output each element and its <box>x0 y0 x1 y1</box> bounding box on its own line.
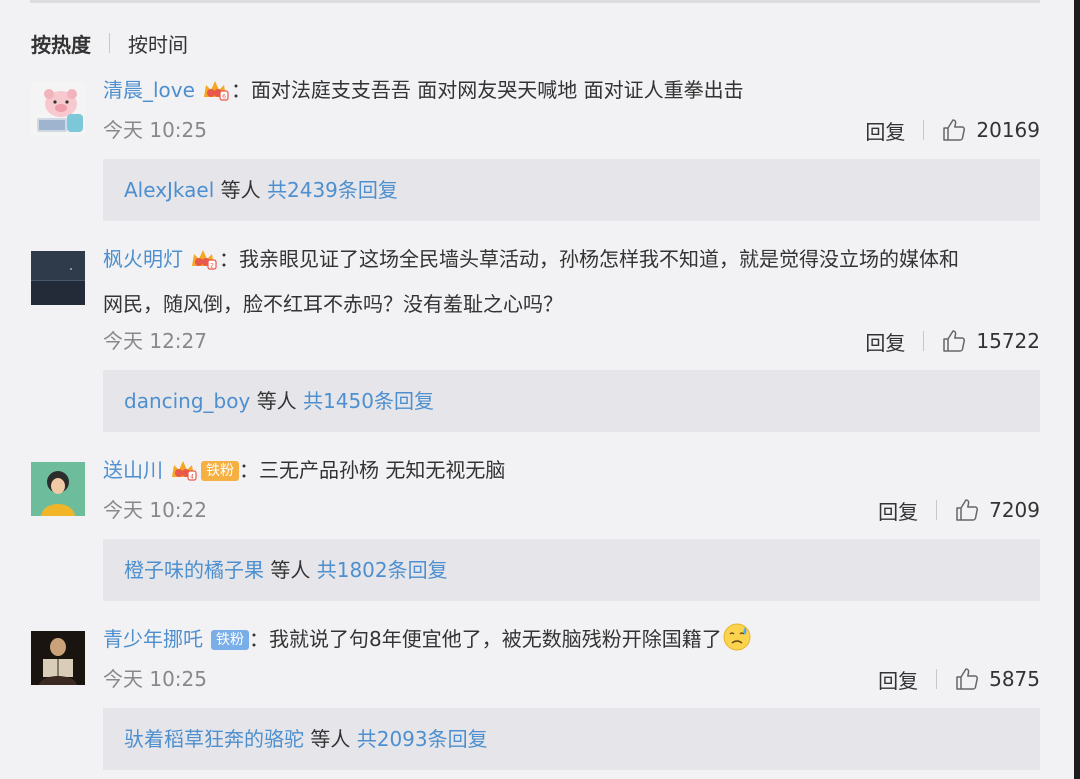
comment-text: 三无产品孙杨 无知无视无脑 <box>259 458 506 482</box>
comment-text-line: 枫火明灯 2 ：我亲眼见证了这场全民墙头草活动，孙杨怎样我不知道，就是觉得没立场的媒… <box>103 239 1033 284</box>
reply-summary-middle: 等人 <box>256 389 297 413</box>
like-count: 15722 <box>976 329 1040 353</box>
reply-count-link[interactable]: 共2439条回复 <box>267 178 398 202</box>
comment-text-line: 清晨_love 6 ：面对法庭支支吾吾 面对网友哭天喊地 面对证人重拳出击 <box>103 70 1033 115</box>
timestamp: 今天 10:22 <box>103 498 207 522</box>
comment-actions: 回复 15722 <box>865 326 1040 356</box>
avatar[interactable] <box>31 251 85 305</box>
reply-user-link[interactable]: 橙子味的橘子果 <box>124 558 264 582</box>
sad-sweat-emoji-icon <box>722 622 752 666</box>
comment-meta: 今天 10:22 回复 7209 <box>103 495 1040 525</box>
reply-button[interactable]: 回复 <box>878 665 918 694</box>
avatar[interactable] <box>31 462 85 516</box>
crown-badge-icon: 6 <box>201 74 229 115</box>
reply-count-link[interactable]: 共1802条回复 <box>317 558 448 582</box>
reply-button[interactable]: 回复 <box>878 496 918 525</box>
reply-summary-box[interactable]: dancing_boy 等人 共1450条回复 <box>103 370 1040 432</box>
action-divider <box>923 120 925 140</box>
comment-text: 我亲眼见证了这场全民墙头草活动，孙杨怎样我不知道，就是觉得没立场的媒体和 <box>239 247 959 271</box>
reply-user-link[interactable]: AlexJkael <box>124 178 214 202</box>
like-count: 20169 <box>976 118 1040 142</box>
reply-button[interactable]: 回复 <box>865 327 905 356</box>
svg-text:6: 6 <box>222 94 226 101</box>
username-link[interactable]: 青少年挪吒 <box>103 627 203 651</box>
comment-body: 清晨_love 6 ：面对法庭支支吾吾 面对网友哭天喊地 面对证人重拳出击 <box>103 70 1033 115</box>
reply-count-link[interactable]: 共1450条回复 <box>303 389 434 413</box>
fan-badge: 铁粉 <box>201 461 239 481</box>
sort-by-hot-tab[interactable]: 按热度 <box>31 29 91 58</box>
action-divider <box>936 669 938 689</box>
reply-user-link[interactable]: 驮着稻草狂奔的骆驼 <box>124 727 304 751</box>
comment-meta: 今天 10:25 回复 5875 <box>103 664 1040 694</box>
comment-text-line: 网民，随风倒，脸不红耳不赤吗？没有羞耻之心吗？ <box>103 284 1033 325</box>
sort-bar: 按热度 按时间 <box>31 29 188 58</box>
comment-meta: 今天 10:25 回复 20169 <box>103 115 1040 145</box>
sort-divider <box>109 33 110 53</box>
username-link[interactable]: 清晨_love <box>103 78 195 102</box>
timestamp: 今天 10:25 <box>103 667 207 691</box>
username-link[interactable]: 送山川 <box>103 458 163 482</box>
fan-badge: 铁粉 <box>211 630 249 650</box>
thumbs-up-icon[interactable] <box>942 329 966 353</box>
colon: ： <box>249 627 269 651</box>
action-divider <box>923 331 925 351</box>
reply-summary-box[interactable]: AlexJkael 等人 共2439条回复 <box>103 159 1040 221</box>
comment-actions: 回复 20169 <box>865 115 1040 145</box>
comment-body: 枫火明灯 2 ：我亲眼见证了这场全民墙头草活动，孙杨怎样我不知道，就是觉得没立场的媒… <box>103 239 1033 325</box>
reply-summary-middle: 等人 <box>270 558 311 582</box>
like-count: 5875 <box>989 667 1040 691</box>
reply-summary-middle: 等人 <box>220 178 261 202</box>
comment-text: 网民，随风倒，脸不红耳不赤吗？没有羞耻之心吗？ <box>103 292 563 316</box>
crown-badge-icon: 4 <box>169 454 197 495</box>
sort-by-time-tab[interactable]: 按时间 <box>128 29 188 58</box>
comment-text: 面对法庭支支吾吾 面对网友哭天喊地 面对证人重拳出击 <box>250 78 744 102</box>
comment-text-line: 送山川 4 铁粉 ：三无产品孙杨 无知无视无脑 <box>103 450 1033 495</box>
comment-text-line: 青少年挪吒 铁粉 ：我就说了句8年便宜他了，被无数脑残粉开除国籍了 <box>103 619 1033 666</box>
comment-meta: 今天 12:27 回复 15722 <box>103 326 1040 356</box>
avatar[interactable] <box>31 82 85 136</box>
window-edge <box>1074 0 1080 779</box>
thumbs-up-icon[interactable] <box>942 118 966 142</box>
colon: ： <box>219 247 239 271</box>
comment-body: 送山川 4 铁粉 ：三无产品孙杨 无知无视无脑 <box>103 450 1033 495</box>
comment-actions: 回复 7209 <box>878 495 1040 525</box>
reply-summary-box[interactable]: 橙子味的橘子果 等人 共1802条回复 <box>103 539 1040 601</box>
colon: ： <box>230 78 251 102</box>
colon: ： <box>239 458 259 482</box>
reply-button[interactable]: 回复 <box>865 116 905 145</box>
thumbs-up-icon[interactable] <box>955 498 979 522</box>
svg-text:4: 4 <box>190 474 194 481</box>
comment-body: 青少年挪吒 铁粉 ：我就说了句8年便宜他了，被无数脑残粉开除国籍了 <box>103 619 1033 666</box>
reply-summary-middle: 等人 <box>310 727 351 751</box>
thumbs-up-icon[interactable] <box>955 667 979 691</box>
comment-actions: 回复 5875 <box>878 664 1040 694</box>
reply-user-link[interactable]: dancing_boy <box>124 389 250 413</box>
action-divider <box>936 500 938 520</box>
crown-badge-icon: 2 <box>189 243 217 284</box>
timestamp: 今天 10:25 <box>103 118 207 142</box>
username-link[interactable]: 枫火明灯 <box>103 247 183 271</box>
like-count: 7209 <box>989 498 1040 522</box>
reply-summary-box[interactable]: 驮着稻草狂奔的骆驼 等人 共2093条回复 <box>103 708 1040 770</box>
comment-text: 我就说了句8年便宜他了，被无数脑残粉开除国籍了 <box>269 627 722 651</box>
timestamp: 今天 12:27 <box>103 329 207 353</box>
top-divider <box>30 0 1040 3</box>
reply-count-link[interactable]: 共2093条回复 <box>357 727 488 751</box>
svg-text:2: 2 <box>210 263 214 270</box>
avatar[interactable] <box>31 631 85 685</box>
